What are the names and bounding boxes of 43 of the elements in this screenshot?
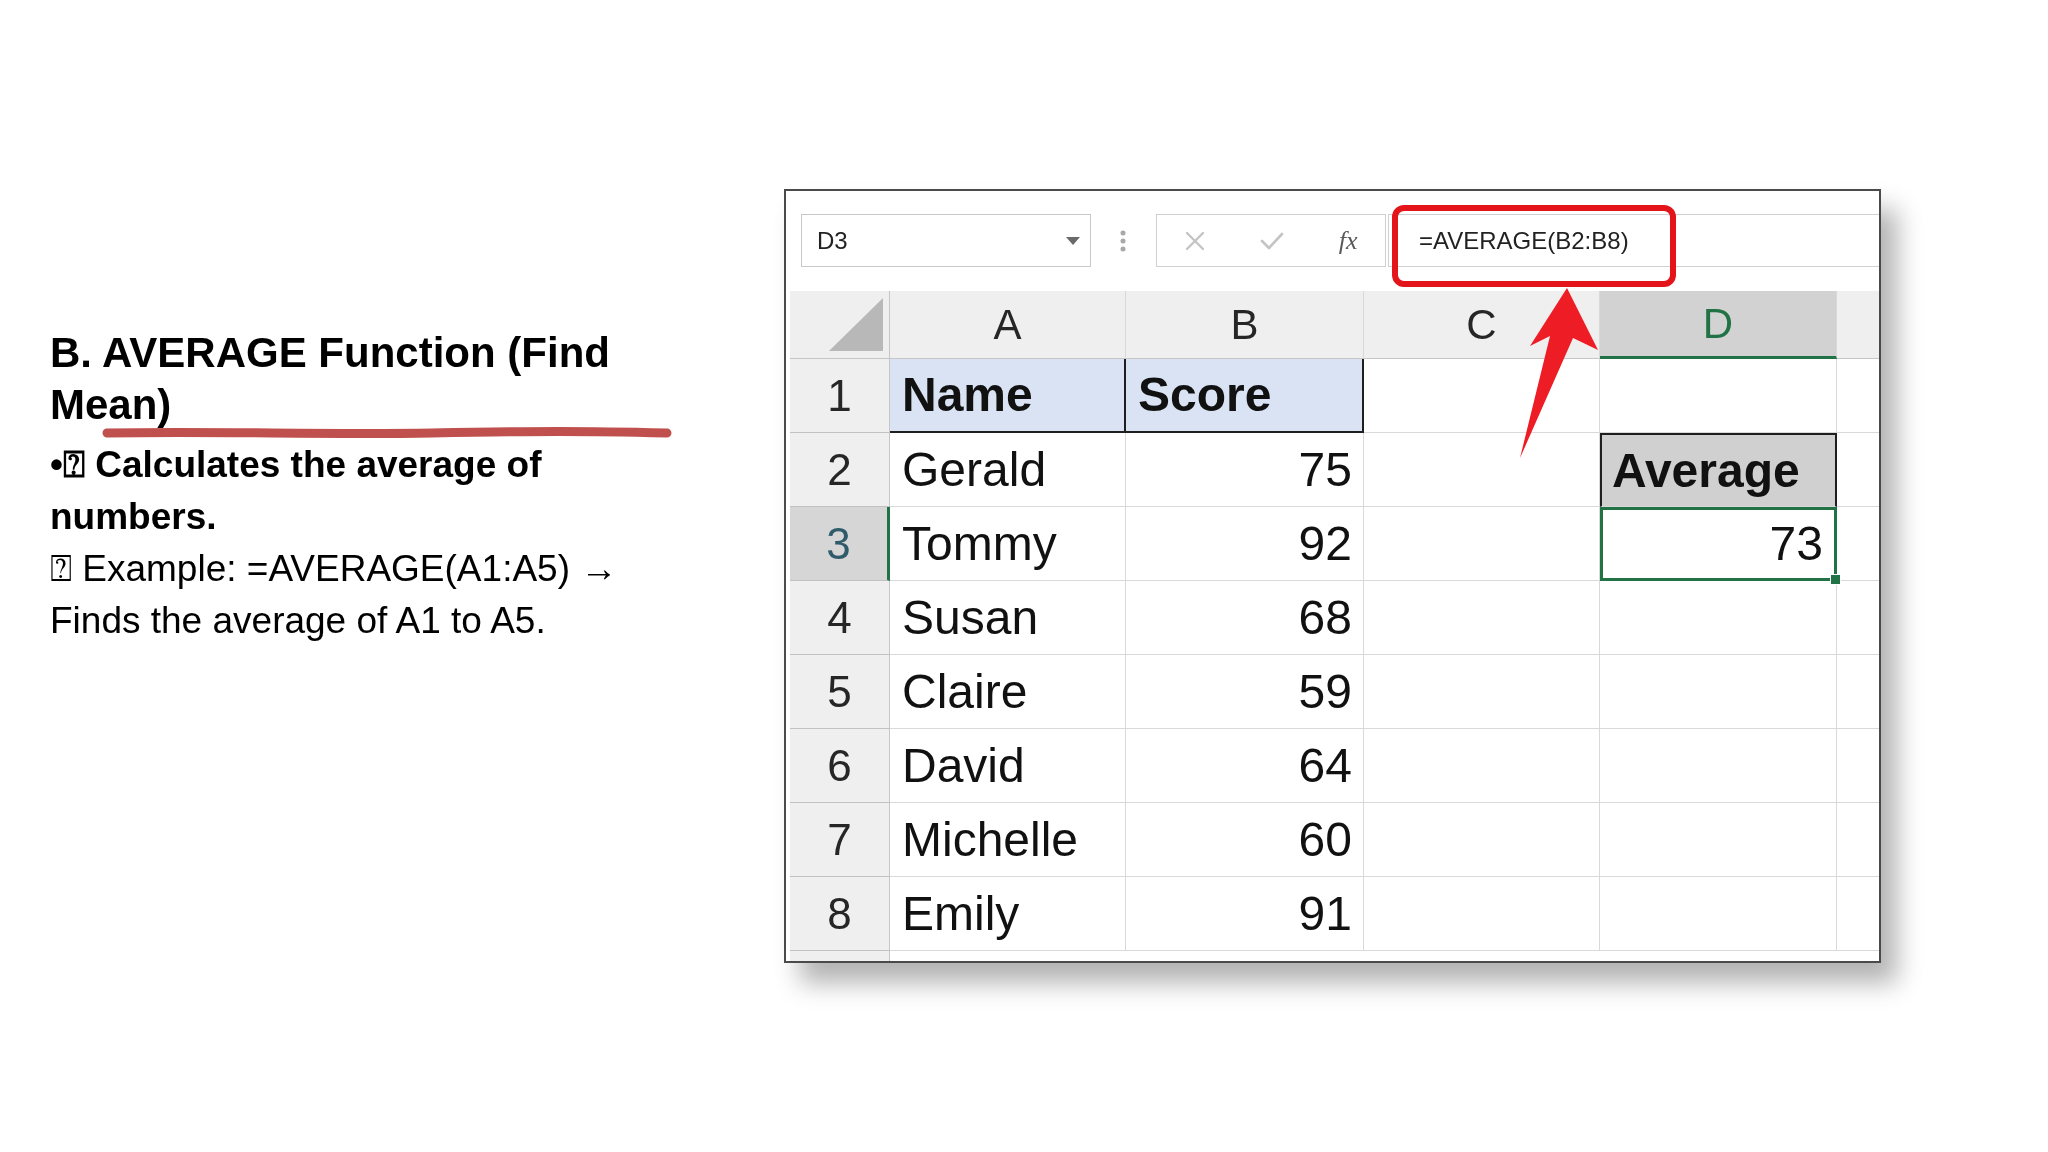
row-header[interactable]: 3 bbox=[790, 507, 890, 581]
column-header[interactable]: B bbox=[1126, 291, 1364, 359]
insert-function-button[interactable]: fx bbox=[1332, 220, 1364, 261]
sheet-cell[interactable]: 92 bbox=[1126, 507, 1364, 581]
sheet-cell[interactable]: Average bbox=[1600, 433, 1837, 507]
row-header[interactable]: 8 bbox=[790, 877, 890, 951]
name-box[interactable]: D3 bbox=[801, 214, 1091, 267]
sheet-cell[interactable]: David bbox=[890, 729, 1126, 803]
sheet-cell[interactable]: Claire bbox=[890, 655, 1126, 729]
column-header[interactable]: D bbox=[1600, 291, 1837, 359]
slide-title: B. AVERAGE Function (Find Mean) bbox=[50, 328, 611, 430]
check-icon bbox=[1259, 231, 1284, 250]
sheet-cell[interactable]: Emily bbox=[890, 877, 1126, 951]
sheet-cell[interactable]: Michelle bbox=[890, 803, 1126, 877]
formula-field[interactable]: =AVERAGE(B2:B8) bbox=[1388, 214, 1879, 267]
fill-handle-icon[interactable] bbox=[1830, 574, 1841, 585]
sheet-cell[interactable]: Score bbox=[1126, 359, 1364, 433]
sheet-cell[interactable]: 64 bbox=[1126, 729, 1364, 803]
row-header[interactable]: 4 bbox=[790, 581, 890, 655]
triangle-icon bbox=[829, 298, 883, 351]
sheet-cell[interactable]: Tommy bbox=[890, 507, 1126, 581]
sheet-cell[interactable]: Gerald bbox=[890, 433, 1126, 507]
dropdown-caret-icon[interactable] bbox=[1066, 236, 1080, 245]
sheet-cell[interactable]: 68 bbox=[1126, 581, 1364, 655]
sheet-cell[interactable]: 60 bbox=[1126, 803, 1364, 877]
vertical-dots-icon[interactable] bbox=[1120, 229, 1126, 252]
row-header[interactable]: 5 bbox=[790, 655, 890, 729]
row-header[interactable]: 1 bbox=[790, 359, 890, 433]
example-text: ⍰ Example: =AVERAGE(A1:A5) → Finds the average of A1 to A5. bbox=[50, 547, 619, 643]
bullet-point: •⍰ Calculates the average of numbers. bbox=[50, 443, 543, 539]
row-header[interactable] bbox=[790, 951, 890, 961]
column-header[interactable]: A bbox=[890, 291, 1126, 359]
sheet-cell[interactable]: Name bbox=[890, 359, 1126, 433]
sheet-cell[interactable]: 59 bbox=[1126, 655, 1364, 729]
select-all-button[interactable] bbox=[790, 291, 890, 359]
row-header[interactable]: 2 bbox=[790, 433, 890, 507]
sheet-cell[interactable]: 75 bbox=[1126, 433, 1364, 507]
column-header[interactable] bbox=[1837, 291, 1879, 359]
sheet-cell[interactable]: Susan bbox=[890, 581, 1126, 655]
sheet-cell[interactable]: 91 bbox=[1126, 877, 1364, 951]
row-header[interactable]: 7 bbox=[790, 803, 890, 877]
close-icon bbox=[1184, 230, 1205, 251]
row-header[interactable]: 6 bbox=[790, 729, 890, 803]
